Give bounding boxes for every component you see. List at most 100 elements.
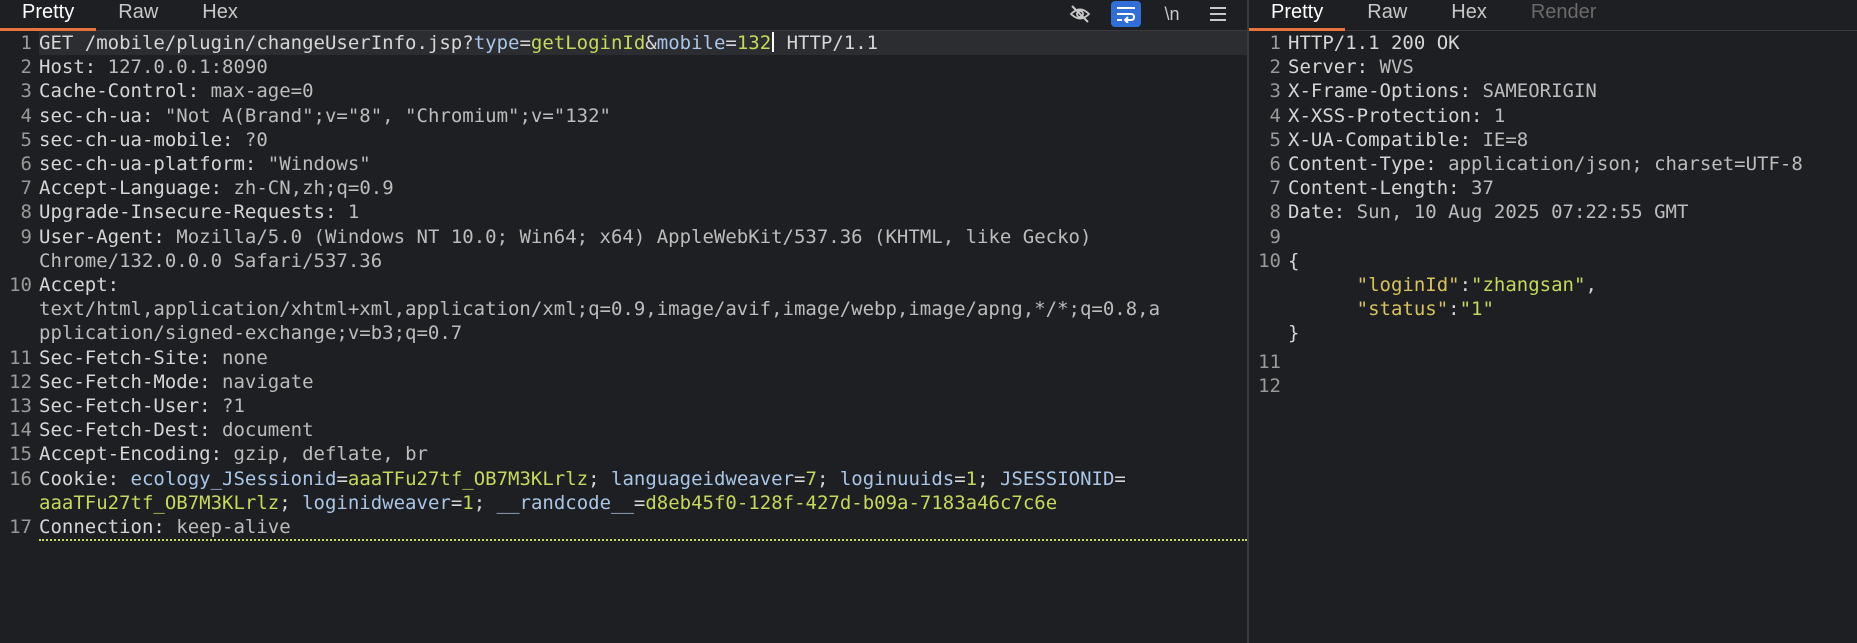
connection-header-text[interactable]: Connection: keep-alive (39, 515, 1247, 542)
param-separator: & (645, 32, 657, 54)
header-text[interactable]: Sec-Fetch-User: ?1 (39, 394, 1247, 418)
header-text[interactable]: text/html,application/xhtml+xml,applicat… (39, 297, 1247, 321)
response-editor[interactable]: 1 HTTP/1.1 200 OK 2 Server: WVS 3 X-Frame-O… (1249, 31, 1857, 643)
json-brace[interactable]: { (1288, 249, 1857, 273)
header-text[interactable]: pplication/signed-exchange;v=b3;q=0.7 (39, 321, 1247, 345)
line-number: 6 (20, 153, 32, 176)
header-text[interactable]: Sec-Fetch-Dest: document (39, 418, 1247, 442)
response-header-text[interactable]: Server: WVS (1288, 55, 1857, 79)
blank-line: 12 (1249, 374, 1857, 398)
response-tab-bar: Pretty Raw Hex Render (1249, 0, 1857, 31)
wrap-lines-icon[interactable] (1111, 1, 1141, 27)
header-text[interactable]: Accept: (39, 273, 1247, 297)
blank-text[interactable] (1288, 225, 1857, 249)
header-text[interactable]: Accept-Language: zh-CN,zh;q=0.9 (39, 176, 1247, 200)
line-number (0, 297, 39, 321)
header-line: 6 sec-ch-ua-platform: "Windows" (0, 152, 1247, 176)
response-header-text[interactable]: X-UA-Compatible: IE=8 (1288, 128, 1857, 152)
header-value: pplication/signed-exchange;v=b3;q=0.7 (39, 322, 463, 345)
header-key: Sec-Fetch-User (39, 395, 200, 418)
header-text[interactable]: Chrome/132.0.0.0 Safari/537.36 (39, 249, 1247, 273)
hamburger-menu-icon[interactable] (1203, 1, 1233, 27)
response-header-text[interactable]: Date: Sun, 10 Aug 2025 07:22:55 GMT (1288, 200, 1857, 224)
line-number: 3 (20, 80, 32, 103)
cookie-key: __randcode__ (496, 491, 634, 514)
tab-request-hex[interactable]: Hex (180, 1, 260, 30)
blank-text[interactable] (1288, 374, 1857, 398)
response-header-text[interactable]: Content-Length: 37 (1288, 176, 1857, 200)
response-header-text[interactable]: X-Frame-Options: SAMEORIGIN (1288, 79, 1857, 103)
method-path: GET /mobile/plugin/changeUserInfo.jsp? (39, 32, 474, 54)
line-number: 12 (1258, 374, 1281, 397)
header-value: document (222, 419, 314, 442)
header-text[interactable]: Sec-Fetch-Site: none (39, 346, 1247, 370)
header-text[interactable]: sec-ch-ua-mobile: ?0 (39, 128, 1247, 152)
param-key: type (473, 32, 520, 54)
line-number: 7 (20, 177, 32, 200)
header-line: 11 Sec-Fetch-Site: none (0, 346, 1247, 370)
line-number: 13 (9, 395, 32, 418)
header-line: 10 Accept: (0, 273, 1247, 297)
param-eq: = (519, 32, 531, 54)
tab-response-pretty[interactable]: Pretty (1249, 1, 1346, 31)
response-header-line: 4 X-XSS-Protection: 1 (1249, 104, 1857, 128)
header-key: Date (1288, 201, 1334, 224)
response-header-line: 5 X-UA-Compatible: IE=8 (1249, 128, 1857, 152)
line-number: 9 (1269, 225, 1281, 248)
header-value: WVS (1379, 56, 1414, 79)
cookie-value: aaaTFu27tf_OB7M3KLrlz (347, 467, 589, 490)
header-key: Server (1288, 56, 1357, 79)
json-close-line: } (1249, 321, 1857, 345)
json-field[interactable]: "loginId":"zhangsan", (1288, 273, 1857, 297)
cookie-header-line-cont: aaaTFu27tf_OB7M3KLrlz; loginidweaver=1; … (0, 491, 1247, 515)
eye-slash-icon[interactable] (1065, 1, 1095, 27)
json-value: "1" (1459, 298, 1494, 321)
header-key: Cookie (39, 467, 108, 490)
request-editor[interactable]: 1 GET /mobile/plugin/changeUserInfo.jsp?… (0, 31, 1247, 643)
tab-response-raw[interactable]: Raw (1345, 1, 1429, 30)
header-text[interactable]: sec-ch-ua-platform: "Windows" (39, 152, 1247, 176)
request-toolbar: \n (1065, 0, 1233, 28)
header-value: ?1 (222, 395, 245, 418)
header-key: Connection (39, 516, 154, 539)
response-pane: Pretty Raw Hex Render 1 HTTP/1.1 200 OK … (1249, 0, 1857, 643)
header-line: text/html,application/xhtml+xml,applicat… (0, 297, 1247, 321)
cookie-key: ecology_JSessionid (130, 467, 337, 490)
header-text[interactable]: sec-ch-ua: "Not A(Brand";v="8", "Chromiu… (39, 104, 1247, 128)
json-field-line: "loginId":"zhangsan", (1249, 273, 1857, 297)
header-text[interactable]: Host: 127.0.0.1:8090 (39, 55, 1247, 79)
tab-request-raw[interactable]: Raw (96, 1, 180, 30)
header-text[interactable]: Sec-Fetch-Mode: navigate (39, 370, 1247, 394)
header-text[interactable]: Cache-Control: max-age=0 (39, 79, 1247, 103)
response-header-text[interactable]: Content-Type: application/json; charset=… (1288, 152, 1857, 176)
json-field[interactable]: "status":"1" (1288, 297, 1857, 321)
protocol: HTTP/1.1 (775, 32, 879, 54)
request-pane: Pretty Raw Hex \n 1 GET /mobile/plugin/c… (0, 0, 1249, 643)
blank-line: 11 (1249, 350, 1857, 374)
request-tab-bar: Pretty Raw Hex \n (0, 0, 1247, 31)
header-text[interactable]: Accept-Encoding: gzip, deflate, br (39, 442, 1247, 466)
tab-response-render[interactable]: Render (1509, 1, 1619, 30)
line-number: 15 (9, 443, 32, 466)
header-text[interactable]: Upgrade-Insecure-Requests: 1 (39, 200, 1247, 224)
header-line: 13 Sec-Fetch-User: ?1 (0, 394, 1247, 418)
header-value: none (222, 346, 268, 369)
header-text[interactable]: User-Agent: Mozilla/5.0 (Windows NT 10.0… (39, 225, 1247, 249)
cookie-header-text[interactable]: aaaTFu27tf_OB7M3KLrlz; loginidweaver=1; … (39, 491, 1247, 515)
header-line: 8 Upgrade-Insecure-Requests: 1 (0, 200, 1247, 224)
request-line-text[interactable]: GET /mobile/plugin/changeUserInfo.jsp?ty… (39, 31, 1247, 56)
tab-response-hex[interactable]: Hex (1429, 1, 1509, 30)
newline-toggle[interactable]: \n (1157, 1, 1187, 27)
header-line: Chrome/132.0.0.0 Safari/537.36 (0, 249, 1247, 273)
cookie-header-text[interactable]: Cookie: ecology_JSessionid=aaaTFu27tf_OB… (39, 467, 1247, 491)
header-line: 3 Cache-Control: max-age=0 (0, 79, 1247, 103)
status-text[interactable]: HTTP/1.1 200 OK (1288, 31, 1857, 55)
tab-request-pretty[interactable]: Pretty (0, 1, 97, 31)
line-number: 7 (1269, 177, 1281, 200)
header-key: Sec-Fetch-Dest (39, 419, 200, 442)
header-key: Accept-Language (39, 177, 211, 200)
connection-header-line: 17 Connection: keep-alive (0, 515, 1247, 542)
blank-text[interactable] (1288, 350, 1857, 374)
response-header-text[interactable]: X-XSS-Protection: 1 (1288, 104, 1857, 128)
json-brace[interactable]: } (1288, 321, 1857, 345)
